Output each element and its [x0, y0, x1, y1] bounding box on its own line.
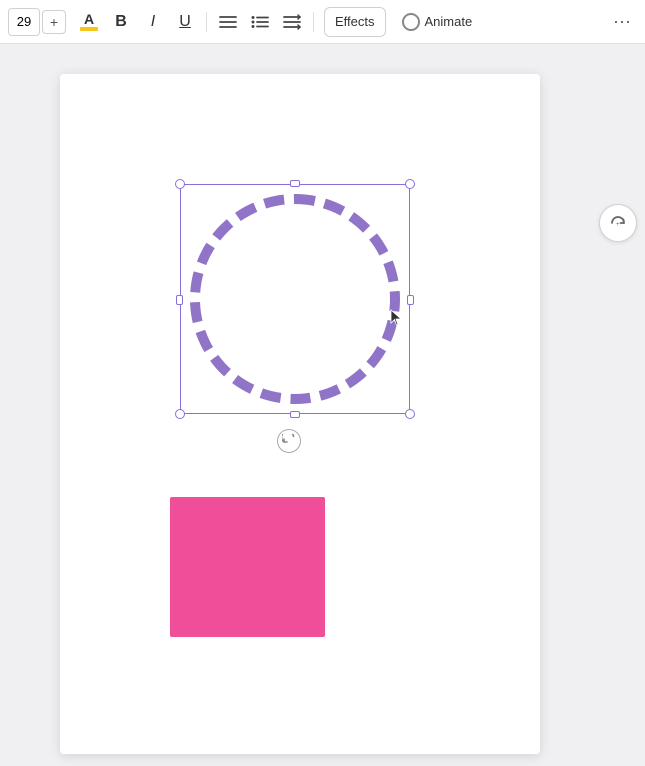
list-button[interactable] [245, 7, 275, 37]
handle-tr[interactable] [405, 179, 415, 189]
handle-tl[interactable] [175, 179, 185, 189]
handle-mid-top[interactable] [290, 180, 300, 187]
svg-text:+: + [616, 222, 620, 228]
handle-mid-bottom[interactable] [290, 411, 300, 418]
underline-button[interactable]: U [170, 7, 200, 37]
rotate-handle[interactable] [277, 429, 301, 453]
font-size-add-button[interactable]: + [42, 10, 66, 34]
font-color-letter: A [84, 12, 94, 26]
divider-1 [206, 12, 207, 32]
canvas-area: + [0, 44, 645, 766]
document [60, 74, 540, 754]
animate-label: Animate [425, 14, 473, 29]
handle-mid-left[interactable] [176, 295, 183, 305]
line-spacing-button[interactable] [277, 7, 307, 37]
effects-button[interactable]: Effects [324, 7, 386, 37]
align-button[interactable] [213, 7, 243, 37]
more-button[interactable]: ··· [607, 7, 637, 37]
font-size-group: 29 + [8, 8, 66, 36]
dashed-circle-shape [190, 194, 400, 404]
bold-button[interactable]: B [106, 7, 136, 37]
divider-2 [313, 12, 314, 32]
font-color-button[interactable]: A [74, 7, 104, 37]
selected-shape-container[interactable] [180, 184, 410, 414]
refresh-button[interactable]: + [599, 204, 637, 242]
font-size-value[interactable]: 29 [8, 8, 40, 36]
handle-mid-right[interactable] [407, 295, 414, 305]
handle-br[interactable] [405, 409, 415, 419]
toolbar: 29 + A B I U [0, 0, 645, 44]
font-color-bar [80, 27, 98, 31]
handle-bl[interactable] [175, 409, 185, 419]
animate-icon [402, 13, 420, 31]
italic-button[interactable]: I [138, 7, 168, 37]
pink-rectangle [170, 497, 325, 637]
animate-button[interactable]: Animate [392, 7, 483, 37]
